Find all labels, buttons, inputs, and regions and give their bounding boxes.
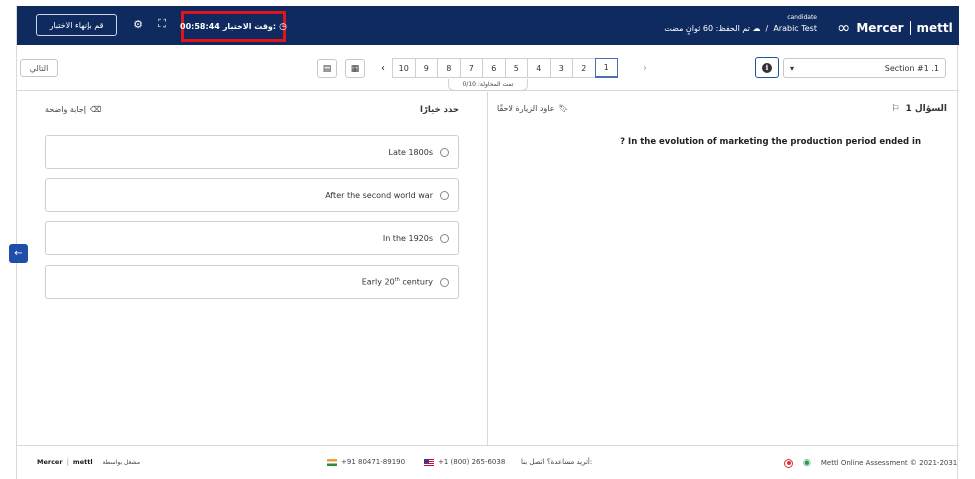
footer-brand: Mercer | mettl مشغل بواسطة <box>37 458 141 466</box>
us-flag-icon <box>424 458 434 466</box>
option-label: Early 20th century <box>361 277 433 287</box>
eraser-icon: ⌫ <box>90 105 102 114</box>
radio-button[interactable] <box>440 277 449 287</box>
end-test-button[interactable]: قم بإنهاء الاختبار <box>36 14 117 36</box>
save-status: تم الحفظ: 60 ثوانٍ مضت ☁ / Arabic Test <box>664 24 817 33</box>
record-icon <box>784 458 793 468</box>
save-status-text: تم الحفظ: 60 ثوانٍ مضت <box>664 24 750 33</box>
section-label: Section #1 .1 <box>884 63 939 73</box>
infinity-icon: ∞ <box>837 18 851 37</box>
radio-button[interactable] <box>440 233 449 243</box>
bookmark-icon: 🔖︎ <box>558 104 569 113</box>
us-phone: +1 (800) 265-6038 <box>438 458 506 466</box>
help-text: أتريد مساعدة؟ اتصل بنا: <box>521 458 593 466</box>
page-button-5[interactable]: 5 <box>504 58 528 78</box>
clear-answer-label: إجابة واضحة <box>45 105 86 114</box>
powered-by: مشغل بواسطة <box>102 458 141 466</box>
brand-mettl: mettl <box>916 20 953 35</box>
footer-status: ◉ Mettl Online Assessment © 2021-2031 <box>784 458 957 468</box>
answer-prompt: حدد خيارًا <box>420 105 459 115</box>
flag-icon[interactable]: ⚐ <box>891 104 899 114</box>
brand-mercer: Mercer <box>856 20 904 35</box>
test-name: Arabic Test <box>773 24 817 33</box>
test-timer: 00:58:44 وقت الاختبار: ◷ <box>180 11 287 42</box>
chevron-left-icon[interactable]: ‹ <box>377 61 389 75</box>
timer-value: 00:58:44 <box>180 22 220 31</box>
info-icon: i <box>762 62 772 73</box>
india-flag-icon <box>327 458 337 466</box>
brand-divider <box>909 20 911 35</box>
page-button-9[interactable]: 9 <box>414 58 438 78</box>
brand-logo: ∞ Mercer mettl <box>837 18 953 37</box>
india-contact: +91 80471-89190 <box>327 458 405 466</box>
page-button-8[interactable]: 8 <box>437 58 461 78</box>
question-title-text: السؤال 1 <box>905 104 947 114</box>
question-toolbar: التالي ▤ ▦ ‹ 10 9 8 7 6 5 4 3 2 1 › تمت المحاولة:… <box>17 45 959 91</box>
clear-answer[interactable]: إجابة واضحة ⌫ <box>45 105 101 114</box>
footer: Mercer | mettl مشغل بواسطة +91 80471-891… <box>17 445 959 479</box>
answer-option-4[interactable]: Early 20th century <box>45 265 459 299</box>
revisit-label: عاود الزيارة لاحقًا <box>497 104 555 113</box>
page-button-1[interactable]: 1 <box>594 58 618 78</box>
page-button-10[interactable]: 10 <box>392 58 416 78</box>
revisit-later[interactable]: عاود الزيارة لاحقًا 🔖︎ <box>497 104 569 113</box>
next-button[interactable]: التالي <box>20 59 58 77</box>
fullscreen-icon[interactable]: ⛶ <box>155 17 169 31</box>
attempt-status: تمت المحاولة: 0/10 <box>448 79 528 91</box>
option-label: After the second world war <box>325 190 433 200</box>
app-frame: قم بإنهاء الاختبار ⚙ ⛶ 00:58:44 وقت الاخ… <box>9 6 959 479</box>
page-button-6[interactable]: 6 <box>482 58 506 78</box>
footer-brand-mercer: Mercer <box>37 458 63 466</box>
pane-divider <box>487 92 488 445</box>
clock-icon: ◷ <box>279 21 287 32</box>
info-button[interactable]: i <box>755 57 779 78</box>
india-phone: +91 80471-89190 <box>341 458 406 466</box>
answer-option-3[interactable]: In the 1920s <box>45 221 459 255</box>
page-button-7[interactable]: 7 <box>459 58 483 78</box>
us-contact: +1 (800) 265-6038 <box>424 458 505 466</box>
grid-view-icon[interactable]: ▦ <box>345 59 365 78</box>
radio-button[interactable] <box>440 147 449 157</box>
top-header: قم بإنهاء الاختبار ⚙ ⛶ 00:58:44 وقت الاخ… <box>17 6 959 45</box>
answer-option-2[interactable]: After the second world war <box>45 178 459 212</box>
page-button-4[interactable]: 4 <box>527 58 551 78</box>
option-label: In the 1920s <box>382 233 433 243</box>
timer-label: وقت الاختبار: <box>222 22 277 31</box>
answer-option-1[interactable]: Late 1800s <box>45 135 459 169</box>
page-button-2[interactable]: 2 <box>572 58 596 78</box>
arrow-left-icon[interactable]: ← <box>9 244 28 263</box>
candidate-block: candidate <box>752 14 817 21</box>
calculator-icon[interactable]: ▤ <box>317 59 337 78</box>
chevron-down-icon: ▾ <box>790 63 795 73</box>
candidate-label: candidate <box>787 14 817 21</box>
gear-icon[interactable]: ⚙ <box>131 17 145 31</box>
cloud-icon: ☁ <box>752 24 761 33</box>
section-select[interactable]: ▾ Section #1 .1 <box>783 58 946 78</box>
radio-button[interactable] <box>440 190 449 200</box>
wifi-icon: ◉ <box>803 458 811 468</box>
option-label: Late 1800s <box>388 147 434 157</box>
question-pager: 10 9 8 7 6 5 4 3 2 1 <box>392 58 618 78</box>
question-text: ? In the evolution of marketing the prod… <box>620 137 921 147</box>
page-button-3[interactable]: 3 <box>549 58 573 78</box>
footer-brand-mettl: mettl <box>72 458 93 466</box>
copyright: Mettl Online Assessment © 2021-2031 <box>820 459 958 467</box>
question-title: ⚐ السؤال 1 <box>837 104 947 114</box>
chevron-right-icon[interactable]: › <box>639 61 651 75</box>
